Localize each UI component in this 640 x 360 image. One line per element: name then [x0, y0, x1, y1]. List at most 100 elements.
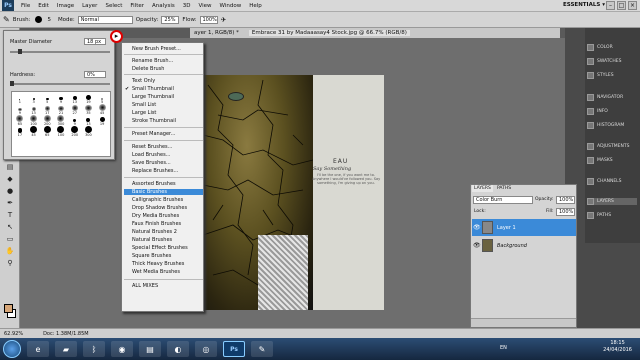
menu-brush-set[interactable]: Thick Heavy Brushes — [132, 261, 184, 267]
tab-layers[interactable]: LAYERS — [472, 185, 493, 192]
menu-brush-set[interactable]: Natural Brushes 2 — [132, 229, 177, 235]
web-icon[interactable]: ◎ — [195, 341, 217, 357]
dock-swatches[interactable]: SWATCHES — [587, 58, 622, 65]
brush-preset-cell[interactable]: 65 — [40, 126, 54, 137]
brush-preset-cell[interactable]: 13 — [68, 93, 82, 104]
tab-document-active[interactable]: Embrace 31 by Madaaasay4 Stock.jpg @ 66.… — [248, 30, 410, 36]
dock-masks[interactable]: MASKS — [587, 157, 613, 164]
hardness-slider[interactable] — [10, 83, 110, 85]
brush-preset-cell[interactable]: 65 — [13, 115, 27, 126]
ie-icon[interactable]: e — [27, 341, 49, 357]
blur-tool-icon[interactable]: ◆ — [4, 174, 16, 184]
menu-brush-set[interactable]: Special Effect Brushes — [132, 245, 188, 251]
brush-preset-cell[interactable]: 1 — [13, 93, 27, 104]
blend-mode-select[interactable]: Color Burn — [473, 196, 533, 204]
diameter-slider-knob[interactable] — [18, 49, 22, 54]
brush-preset-cell[interactable]: 35 — [82, 104, 96, 115]
minimize-button[interactable]: – — [606, 1, 615, 10]
hardness-slider-knob[interactable] — [10, 81, 14, 86]
brush-preset-cell[interactable]: 45 — [27, 126, 41, 137]
menu-large-thumbnail[interactable]: Large Thumbnail — [132, 94, 174, 100]
bluetooth-icon[interactable]: ᛒ — [83, 341, 105, 357]
menu-preset-manager[interactable]: Preset Manager... — [132, 131, 175, 137]
brush-preset-cell[interactable]: 300 — [82, 126, 96, 137]
menu-layer[interactable]: Layer — [78, 3, 101, 9]
chrome-icon[interactable]: ◉ — [111, 341, 133, 357]
hardness-field[interactable]: 0% — [84, 71, 106, 78]
menu-delete-brush[interactable]: Delete Brush — [132, 66, 164, 72]
workspace-switcher[interactable]: ESSENTIALS ▾ — [563, 2, 605, 8]
dock-adjustments[interactable]: ADJUSTMENTS — [587, 143, 629, 150]
app2-icon[interactable]: ✎ — [251, 341, 273, 357]
brush-preset-cell[interactable]: 17 — [13, 126, 27, 137]
hand-tool-icon[interactable]: ✋ — [4, 246, 16, 256]
dock-histogram[interactable]: HISTOGRAM — [587, 122, 624, 129]
menu-3d[interactable]: 3D — [179, 3, 195, 9]
master-diameter-field[interactable]: 18 px — [84, 38, 106, 45]
diameter-slider[interactable] — [10, 51, 110, 53]
menu-brush-set[interactable]: Wet Media Brushes — [132, 269, 180, 275]
menu-brush-set-highlighted[interactable]: Basic Brushes — [124, 189, 203, 195]
photoshop-taskbar-icon[interactable]: Ps — [223, 341, 245, 357]
menu-new-brush-preset[interactable]: New Brush Preset... — [132, 46, 181, 52]
visibility-eye-icon[interactable]: 👁 — [473, 224, 481, 231]
flow-field[interactable]: 100% — [199, 15, 218, 24]
menu-brush-set[interactable]: Calligraphic Brushes — [132, 197, 183, 203]
brush-preset-cell[interactable]: 9 — [68, 115, 82, 126]
brush-preset-cell[interactable]: 17 — [40, 104, 54, 115]
menu-analysis[interactable]: Analysis — [148, 3, 179, 9]
brush-preset-cell[interactable]: 5 — [40, 93, 54, 104]
dock-channels[interactable]: CHANNELS — [587, 178, 622, 185]
shape-tool-icon[interactable]: ▭ — [4, 234, 16, 244]
menu-help[interactable]: Help — [245, 3, 266, 9]
menu-brush-set[interactable]: Drop Shadow Brushes — [132, 205, 187, 211]
tab-paths[interactable]: PATHS — [495, 185, 513, 192]
menu-stroke-thumbnail[interactable]: Stroke Thumbnail — [132, 118, 176, 124]
menu-file[interactable]: File — [17, 3, 34, 9]
brush-preset-cell[interactable]: 100 — [27, 115, 41, 126]
menu-brush-set[interactable]: Faux Finish Brushes — [132, 221, 181, 227]
path-select-tool-icon[interactable]: ↖ — [4, 222, 16, 232]
brush-preset-cell[interactable]: 3 — [27, 93, 41, 104]
menu-small-thumbnail[interactable]: Small Thumbnail — [132, 86, 174, 92]
menu-rename-brush[interactable]: Rename Brush... — [132, 58, 173, 64]
menu-all-mixes[interactable]: ALL MIXES — [132, 283, 158, 289]
start-button[interactable] — [3, 340, 21, 358]
menu-view[interactable]: View — [194, 3, 215, 9]
dock-paths[interactable]: PATHS — [587, 212, 611, 219]
fill-field[interactable]: 100% — [556, 208, 575, 216]
brush-preset-cell[interactable]: 27 — [68, 104, 82, 115]
menu-edit[interactable]: Edit — [34, 3, 53, 9]
pen-tool-icon[interactable]: ✒ — [4, 198, 16, 208]
media-icon[interactable]: ◐ — [167, 341, 189, 357]
restore-button[interactable]: □ — [617, 1, 626, 10]
layer-row-selected[interactable]: 👁 Layer 1 — [472, 219, 576, 236]
dodge-tool-icon[interactable]: ● — [4, 186, 16, 196]
menu-image[interactable]: Image — [53, 3, 78, 9]
mode-select[interactable]: Normal — [77, 15, 133, 24]
brush-preview[interactable] — [35, 16, 43, 23]
brush-preset-cell[interactable]: 13 — [82, 115, 96, 126]
menu-filter[interactable]: Filter — [126, 3, 148, 9]
menu-reset-brushes[interactable]: Reset Brushes... — [132, 144, 172, 150]
dock-styles[interactable]: STYLES — [587, 72, 614, 79]
system-clock[interactable]: 18:15 24/04/2016 — [603, 340, 632, 354]
brush-preset-cell[interactable]: 9 — [54, 93, 68, 104]
menu-save-brushes[interactable]: Save Brushes... — [132, 160, 171, 166]
menu-text-only[interactable]: Text Only — [132, 78, 155, 84]
menu-window[interactable]: Window — [216, 3, 246, 9]
brush-preset-cell[interactable]: 200 — [40, 115, 54, 126]
menu-brush-set[interactable]: Dry Media Brushes — [132, 213, 179, 219]
layer-row[interactable]: 👁 Background — [472, 237, 576, 254]
brush-preset-cell[interactable]: 21 — [54, 104, 68, 115]
brush-preset-cell[interactable]: 200 — [68, 126, 82, 137]
brush-preset-cell[interactable]: 45 — [95, 104, 109, 115]
foreground-color-swatch[interactable] — [4, 304, 13, 313]
layer-opacity-field[interactable]: 100% — [556, 196, 575, 204]
close-button[interactable]: × — [628, 1, 637, 10]
brush-preset-cell[interactable]: 19 — [82, 93, 96, 104]
folder-icon[interactable]: ▰ — [55, 341, 77, 357]
language-indicator[interactable]: EN — [500, 345, 507, 351]
menu-brush-set[interactable]: Natural Brushes — [132, 237, 172, 243]
brush-preset-cell[interactable]: 300 — [54, 115, 68, 126]
